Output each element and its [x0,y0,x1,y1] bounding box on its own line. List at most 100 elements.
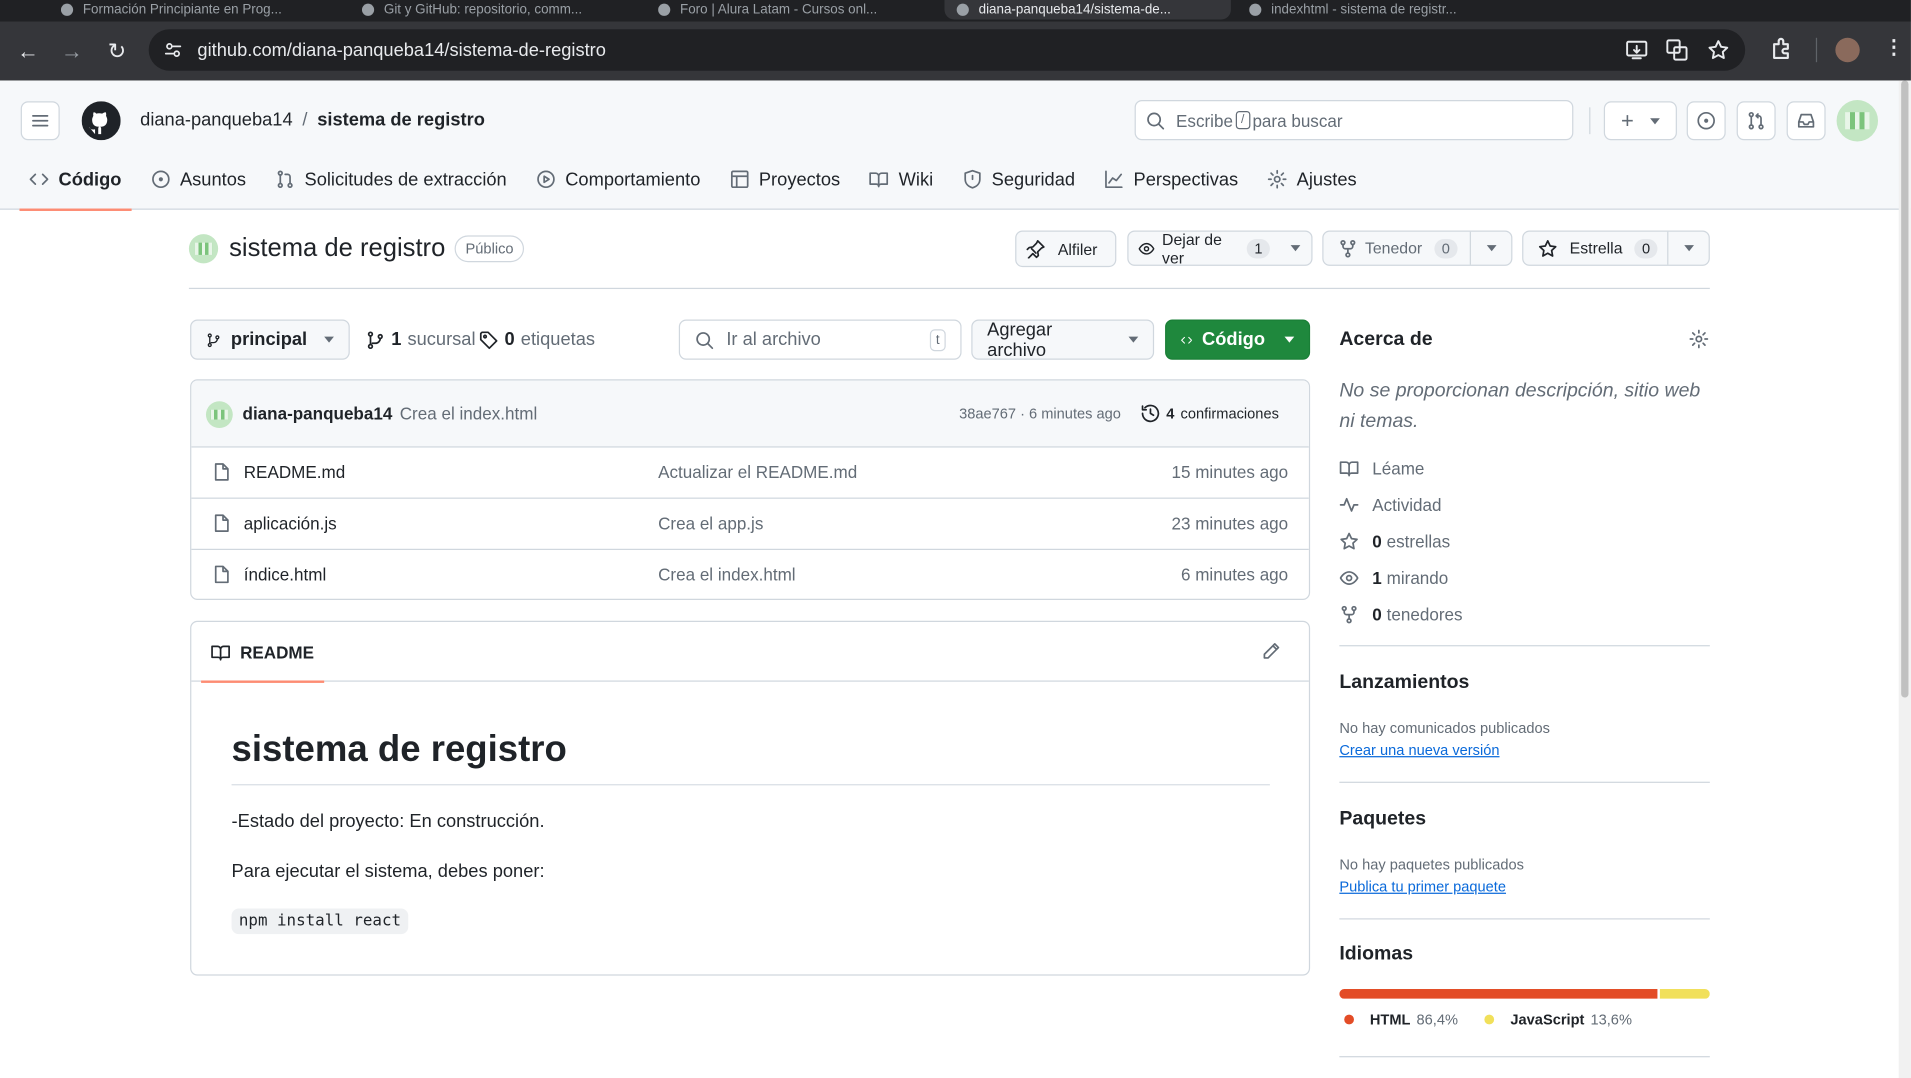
scrollbar-thumb[interactable] [1901,80,1909,698]
inbox-button[interactable] [1786,101,1826,141]
book-icon [869,172,889,188]
pencil-icon[interactable] [1261,641,1280,661]
fork-button[interactable]: Tenedor 0 [1322,230,1513,266]
issues-button[interactable] [1686,101,1726,141]
gear-icon[interactable] [1689,329,1709,349]
menu-button[interactable] [20,101,60,141]
browser-tab[interactable]: Git y GitHub: repositorio, comm... [361,0,630,20]
tab-wiki[interactable]: Wiki [860,149,943,210]
bookmark-star-icon[interactable] [1707,39,1729,61]
commits-link[interactable]: 4 confirmaciones [1141,404,1279,424]
language-dot [1344,1014,1354,1025]
owner-avatar[interactable] [188,234,219,264]
file-row[interactable]: índice.html Crea el index.html 6 minutes… [191,550,1309,599]
commit-author-avatar[interactable] [205,401,233,429]
language-item[interactable]: JavaScript 13,6% [1484,1011,1632,1028]
github-header: diana-panqueba14 / sistema de registro E… [0,80,1911,211]
address-bar[interactable]: github.com/diana-panqueba14/sistema-de-r… [148,29,1746,71]
browser-tab[interactable]: indexhtml - sistema de registr... [1249,0,1523,20]
star-dropdown[interactable] [1667,231,1708,265]
hamburger-icon [32,114,49,127]
create-release-link[interactable]: Crear una nueva versión [1339,741,1499,758]
language-bar [1339,989,1710,999]
browser-menu-icon[interactable]: ⋮ [1884,35,1903,59]
tab-pull-requests[interactable]: Solicitudes de extracción [266,149,517,210]
file-commit-message[interactable]: Crea el index.html [658,565,796,585]
tab-favicon-icon [956,3,969,16]
repo-link[interactable]: sistema de registro [317,110,485,131]
packages-title[interactable]: Paquetes [1339,809,1426,831]
tab-issues[interactable]: Asuntos [141,149,256,210]
watch-button[interactable]: Dejar de ver 1 [1127,230,1313,266]
search-input[interactable]: Escribe / para buscar [1134,99,1574,141]
add-file-button[interactable]: Agregar archivo [971,319,1155,360]
publish-package-link[interactable]: Publica tu primer paquete [1339,878,1506,895]
activity-link[interactable]: Actividad [1339,487,1462,524]
releases-title[interactable]: Lanzamientos [1339,672,1469,694]
packages-empty: No hay paquetes publicados [1339,856,1524,874]
watchers-link[interactable]: 1 mirando [1339,560,1462,597]
star-button[interactable]: Estrella 0 [1522,230,1710,266]
owner-link[interactable]: diana-panqueba14 [140,110,292,131]
pin-button[interactable]: Alfiler [1015,230,1117,268]
url-text: github.com/diana-panqueba14/sistema-de-r… [197,39,606,61]
about-title: Acerca de [1339,329,1433,350]
file-name[interactable]: aplicación.js [244,513,337,533]
translate-icon[interactable] [1666,39,1688,61]
stars-link[interactable]: 0 estrellas [1339,523,1462,560]
language-dot [1484,1014,1495,1025]
play-icon [536,170,555,189]
commit-author[interactable]: diana-panqueba14 [243,404,393,424]
scrollbar[interactable] [1898,80,1911,1078]
repo-nav: Código Asuntos Solicitudes de extracción… [19,149,1376,211]
forward-icon[interactable]: → [50,29,94,73]
extensions-icon[interactable] [1770,37,1794,61]
back-icon[interactable]: ← [6,29,50,73]
pull-request-icon [277,170,293,189]
watch-dropdown[interactable] [1280,245,1312,252]
branches-link[interactable]: 1 sucursal [366,329,476,350]
file-name[interactable]: README.md [244,462,345,482]
reload-icon[interactable]: ↻ [95,29,139,73]
readme-tab[interactable]: README [201,622,324,683]
github-logo-icon[interactable] [81,101,121,141]
file-row[interactable]: aplicación.js Crea el app.js 23 minutes … [191,499,1309,550]
tags-link[interactable]: 0 etiquetas [479,329,595,350]
site-settings-icon[interactable] [163,40,182,60]
gear-icon [1267,169,1287,189]
branch-selector[interactable]: principal [190,319,350,360]
file-row[interactable]: README.md Actualizar el README.md 15 min… [191,448,1309,499]
browser-tab-active[interactable]: diana-panqueba14/sistema-de... [944,0,1231,20]
readme-tab-underline [201,680,324,683]
repo-title[interactable]: sistema de registro [229,234,445,263]
go-to-file-input[interactable]: Ir al archivo t [678,319,962,360]
language-item[interactable]: HTML 86,4% [1344,1011,1458,1028]
file-commit-message[interactable]: Crea el app.js [658,513,763,533]
shield-icon [964,169,981,189]
sidebar-divider [1339,1056,1710,1058]
commit-message[interactable]: Crea el index.html [400,404,538,424]
pull-requests-button[interactable] [1736,101,1776,141]
file-name[interactable]: índice.html [244,565,327,585]
create-new-button[interactable]: + [1603,101,1677,141]
star-icon [1538,239,1557,257]
browser-tab[interactable]: Foro | Alura Latam - Cursos onl... [658,0,932,20]
profile-avatar[interactable] [1835,37,1860,63]
code-button[interactable]: Código [1165,319,1311,360]
install-app-icon[interactable] [1626,39,1648,61]
readme-panel: README sistema de registro -Estado del p… [190,620,1311,976]
releases-empty: No hay comunicados publicados [1339,719,1550,737]
tab-code[interactable]: Código [19,149,131,211]
browser-tab[interactable]: Formación Principiante en Prog... [60,0,341,20]
tab-projects[interactable]: Proyectos [720,149,850,210]
forks-link[interactable]: 0 tenedores [1339,596,1463,633]
user-avatar[interactable] [1836,99,1879,142]
commit-hash-time[interactable]: 38ae767 · 6 minutes ago [959,405,1121,422]
readme-link[interactable]: Léame [1339,450,1462,487]
fork-dropdown[interactable] [1469,231,1511,265]
tab-security[interactable]: Seguridad [953,149,1085,210]
tab-actions[interactable]: Comportamiento [526,149,710,210]
tab-insights[interactable]: Perspectivas [1095,149,1248,210]
tab-settings[interactable]: Ajustes [1258,149,1367,210]
file-commit-message[interactable]: Actualizar el README.md [658,462,857,482]
